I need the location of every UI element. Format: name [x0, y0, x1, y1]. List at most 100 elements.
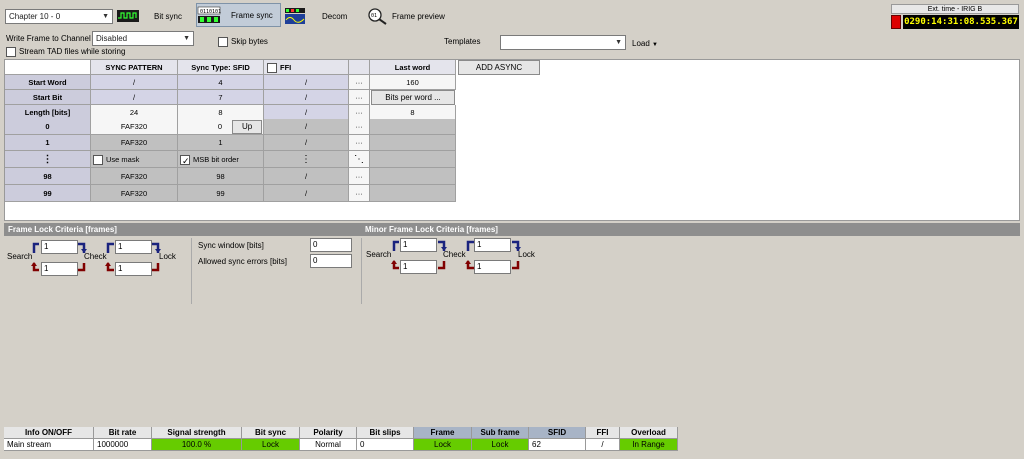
chapter-select[interactable]: Chapter 10 - 0 ▼ [5, 9, 113, 24]
ffi-cell[interactable]: / [264, 168, 349, 185]
load-button[interactable]: Load ▼ [632, 39, 658, 48]
templates-label: Templates [444, 37, 481, 46]
start-word-ffi[interactable]: / [264, 75, 349, 90]
bit-sync-button[interactable]: Bit sync [116, 4, 188, 28]
status-info[interactable]: Main stream [4, 439, 94, 451]
ffi-cell: ⋮ [264, 151, 349, 168]
start-word-sync[interactable]: / [91, 75, 178, 90]
length-label: Length [bits] [5, 105, 91, 120]
chevron-down-icon: ▼ [652, 42, 658, 48]
more-button[interactable]: ··· [349, 105, 370, 120]
bits-per-word-value[interactable]: 8 [370, 105, 456, 120]
minor-check-to-search-input[interactable]: 1 [400, 260, 437, 274]
write-frame-select[interactable]: Disabled ▼ [92, 31, 194, 46]
status-sub-frame: Lock [472, 439, 529, 451]
ffi-cell[interactable]: / [264, 185, 349, 202]
sync-pattern-cell[interactable]: FAF320 [91, 168, 178, 185]
row-index: 98 [5, 168, 91, 185]
status-polarity: Normal [300, 439, 357, 451]
sync-pattern-cell[interactable]: FAF320 [91, 119, 178, 135]
start-word-sfid[interactable]: 4 [178, 75, 264, 90]
minor-check-label: Check [443, 250, 466, 259]
more-button[interactable]: ··· [349, 75, 370, 90]
length-sync[interactable]: 24 [91, 105, 178, 120]
search-to-check-input[interactable]: 1 [41, 240, 78, 254]
status-led [891, 15, 901, 29]
check-to-search-input[interactable]: 1 [41, 262, 78, 276]
status-header: Bit rate [94, 427, 152, 439]
lock-to-check-input[interactable]: 1 [115, 262, 152, 276]
status-header: Polarity [300, 427, 357, 439]
sfid-cell[interactable]: 98 [178, 168, 264, 185]
sync-type-header[interactable]: Sync Type: SFID [178, 60, 264, 75]
sfid-cell[interactable]: 1 [178, 135, 264, 151]
last-word-value[interactable]: 160 [370, 75, 456, 90]
frame-preview-button[interactable]: 01 Frame preview [366, 4, 456, 28]
stream-tad-checkbox[interactable]: Stream TAD files while storing [6, 47, 125, 57]
templates-select[interactable]: ▼ [500, 35, 626, 50]
more-button[interactable]: ··· [349, 185, 370, 202]
status-sfid: 62 [529, 439, 586, 451]
length-ffi[interactable]: / [264, 105, 349, 120]
start-bit-ffi[interactable]: / [264, 90, 349, 105]
start-bit-sync[interactable]: / [91, 90, 178, 105]
check-label: Check [84, 252, 107, 261]
status-header: Bit slips [357, 427, 414, 439]
checkbox-icon [218, 37, 228, 47]
frame-sync-button[interactable]: 0110101 Frame sync [196, 3, 281, 27]
skip-bytes-checkbox[interactable]: Skip bytes [218, 37, 268, 47]
sfid-cell[interactable]: 99 [178, 185, 264, 202]
more-button[interactable]: ⋱ [349, 151, 370, 168]
last-word-header: Last word [370, 60, 456, 75]
minor-check-to-lock-input[interactable]: 1 [474, 238, 511, 252]
length-sfid[interactable]: 8 [178, 105, 264, 120]
status-header: FFI [586, 427, 620, 439]
sync-window-label: Sync window [bits] [198, 241, 264, 250]
sync-pattern-cell[interactable]: FAF320 [91, 135, 178, 151]
more-button[interactable]: ··· [349, 168, 370, 185]
use-mask-checkbox[interactable]: Use mask [91, 151, 178, 168]
minor-search-to-check-input[interactable]: 1 [400, 238, 437, 252]
minor-search-label: Search [366, 250, 392, 259]
status-header: Sub frame [472, 427, 529, 439]
minor-lock-to-check-input[interactable]: 1 [474, 260, 511, 274]
decom-icon [285, 8, 305, 24]
check-to-lock-input[interactable]: 1 [115, 240, 152, 254]
more-button[interactable]: ··· [349, 90, 370, 105]
checkbox-icon [267, 63, 277, 74]
msb-bit-order-checkbox[interactable]: MSB bit order [178, 151, 264, 168]
ffi-header[interactable]: FFI [264, 60, 349, 75]
add-async-button[interactable]: ADD ASYNC [458, 60, 540, 75]
more-button[interactable]: ··· [349, 119, 370, 135]
ext-time-label: Ext. time - IRIG B [891, 4, 1019, 14]
lock-label: Lock [159, 252, 176, 261]
bits-per-word-button[interactable]: Bits per word ... [371, 90, 455, 105]
checkbox-icon [93, 155, 103, 166]
status-header: Overload [620, 427, 678, 439]
chevron-down-icon: ▼ [102, 13, 109, 20]
ffi-cell[interactable]: / [264, 135, 349, 151]
start-bit-sfid[interactable]: 7 [178, 90, 264, 105]
minor-lock-label: Lock [518, 250, 535, 259]
ffi-cell[interactable]: / [264, 119, 349, 135]
ext-time-value: 0290:14:31:08.535.367 [903, 15, 1019, 29]
checkbox-icon [6, 47, 16, 57]
up-button[interactable]: Up [232, 120, 263, 134]
status-overload: In Range [620, 439, 678, 451]
decom-button[interactable]: Decom [284, 4, 354, 28]
search-label: Search [7, 252, 33, 261]
sfid-cell[interactable]: 0 Up [178, 119, 264, 135]
status-frame: Lock [414, 439, 472, 451]
sync-window-input[interactable]: 0 [310, 238, 352, 252]
more-button[interactable]: ··· [349, 135, 370, 151]
status-bit-sync: Lock [242, 439, 300, 451]
svg-text:01: 01 [371, 13, 377, 19]
chevron-down-icon: ▼ [183, 35, 190, 42]
checkbox-icon [180, 153, 190, 167]
frame-lock-title: Frame Lock Criteria [frames] [8, 225, 117, 234]
sync-pattern-header: SYNC PATTERN [91, 60, 178, 75]
status-header: Signal strength [152, 427, 242, 439]
sync-pattern-cell[interactable]: FAF320 [91, 185, 178, 202]
status-header: Bit sync [242, 427, 300, 439]
allowed-errors-input[interactable]: 0 [310, 254, 352, 268]
